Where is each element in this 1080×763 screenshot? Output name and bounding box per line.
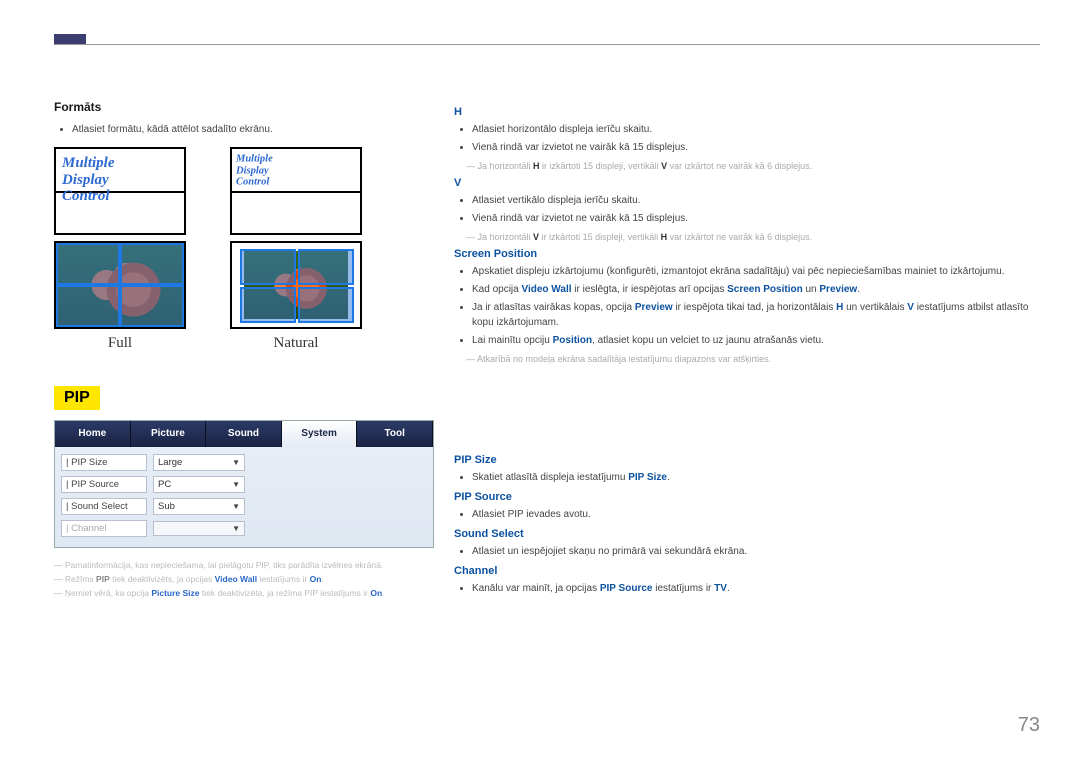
footnote: Ja horizontāli V ir izkārtoti 15 displej… [454,232,1040,242]
pip-row-label: | PIP Source [61,476,147,493]
pip-tabs: HomePictureSoundSystemTool [55,421,433,447]
pip-badge: PIP [54,386,100,410]
right-pip-sections: PIP Size Skatiet atlasītā displeja iestat… [454,454,1040,596]
right-column: H Atlasiet horizontālo displeja ierīču sk… [454,100,1040,602]
pip-tab-sound[interactable]: Sound [206,421,282,447]
header-accent [54,34,86,44]
pip-row-select: ▼ [153,521,245,536]
pip-row-label: | Sound Select [61,498,147,515]
chevron-down-icon: ▼ [232,524,240,533]
mdc-full-box: Multiple Display Control [54,147,186,235]
bullet: Atlasiet horizontālo displeja ierīču ska… [472,122,1040,137]
bullet: Ja ir atlasītas vairākas kopas, opcija P… [472,300,1040,330]
footnote: Atkarībā no modeļa ekrāna sadalītāja ies… [454,354,1040,364]
mdc-text: Multiple Display Control [236,153,273,188]
pip-tab-tool[interactable]: Tool [357,421,433,447]
footnote: Režīms PIP tiek deaktivizēts, ja opcijas… [54,574,434,584]
left-footnotes: Pamatinformācija, kas nepieciešama, lai … [54,560,434,598]
mdc-text: Multiple Display Control [62,155,115,205]
chevron-down-icon: ▼ [232,480,240,489]
pip-tab-system[interactable]: System [282,421,358,447]
section-head-pip-size: PIP Size [454,454,1040,466]
header-rule [54,44,1040,45]
label-natural: Natural [274,335,319,352]
footnote: Pamatinformācija, kas nepieciešama, lai … [54,560,434,570]
format-full: Multiple Display Control Full [54,147,186,352]
pip-row-select[interactable]: PC▼ [153,476,245,493]
bullet: Skatiet atlasītā displeja iestatījumu PI… [472,470,1040,485]
pip-row-label: | Channel [61,520,147,537]
section-head-channel: Channel [454,565,1040,577]
formats-heading: Formāts [54,100,434,114]
bullet: Vienā rindā var izvietot ne vairāk kā 15… [472,140,1040,155]
flower-natural [230,241,362,329]
footnote: Ņemiet vērā, ka opcija Picture Size tiek… [54,588,434,598]
pip-panel: HomePictureSoundSystemTool | PIP Size Lar… [54,420,434,548]
bullet: Lai mainītu opciju Position, atlasiet ko… [472,333,1040,348]
bullet: Kad opcija Video Wall ir ieslēgta, ir ie… [472,282,1040,297]
bullet: Atlasiet un iespējojiet skaņu no primārā… [472,544,1040,559]
left-column: Formāts Atlasiet formātu, kādā attēlot s… [54,100,434,602]
right-top-sections: H Atlasiet horizontālo displeja ierīču sk… [454,106,1040,364]
formats-diagram-row: Multiple Display Control Full Multiple D… [54,147,434,352]
pip-row-select[interactable]: Sub▼ [153,498,245,515]
section-head-pip-source: PIP Source [454,491,1040,503]
pip-tab-picture[interactable]: Picture [131,421,207,447]
bullet: Vienā rindā var izvietot ne vairāk kā 15… [472,211,1040,226]
flower-full [54,241,186,329]
bullet: Kanālu var mainīt, ja opcijas PIP Source… [472,581,1040,596]
bullet: Apskatiet displeju izkārtojumu (konfigur… [472,264,1040,279]
pip-row-pip-size: | PIP Size Large▼ [61,451,427,473]
pip-row-channel: | Channel ▼ [61,517,427,539]
format-natural: Multiple Display Control Natural [230,147,362,352]
label-full: Full [108,335,132,352]
pip-row-select[interactable]: Large▼ [153,454,245,471]
pip-rows: | PIP Size Large▼ | PIP Source PC▼ | Sound S… [55,447,433,547]
chevron-down-icon: ▼ [232,502,240,511]
pip-row-sound-select: | Sound Select Sub▼ [61,495,427,517]
bullet: Atlasiet PIP ievades avotu. [472,507,1040,522]
formats-bullet: Atlasiet formātu, kādā attēlot sadalīto … [72,122,434,137]
chevron-down-icon: ▼ [232,458,240,467]
pip-tab-home[interactable]: Home [55,421,131,447]
page-number: 73 [1018,714,1040,737]
section-head-sound-select: Sound Select [454,528,1040,540]
mdc-natural-box: Multiple Display Control [230,147,362,235]
pip-row-pip-source: | PIP Source PC▼ [61,473,427,495]
section-head-screen-position: Screen Position [454,248,1040,260]
section-head-v: V [454,177,1040,189]
bullet: Atlasiet vertikālo displeja ierīču skait… [472,193,1040,208]
pip-row-label: | PIP Size [61,454,147,471]
footnote: Ja horizontāli H ir izkārtoti 15 displej… [454,161,1040,171]
section-head-h: H [454,106,1040,118]
